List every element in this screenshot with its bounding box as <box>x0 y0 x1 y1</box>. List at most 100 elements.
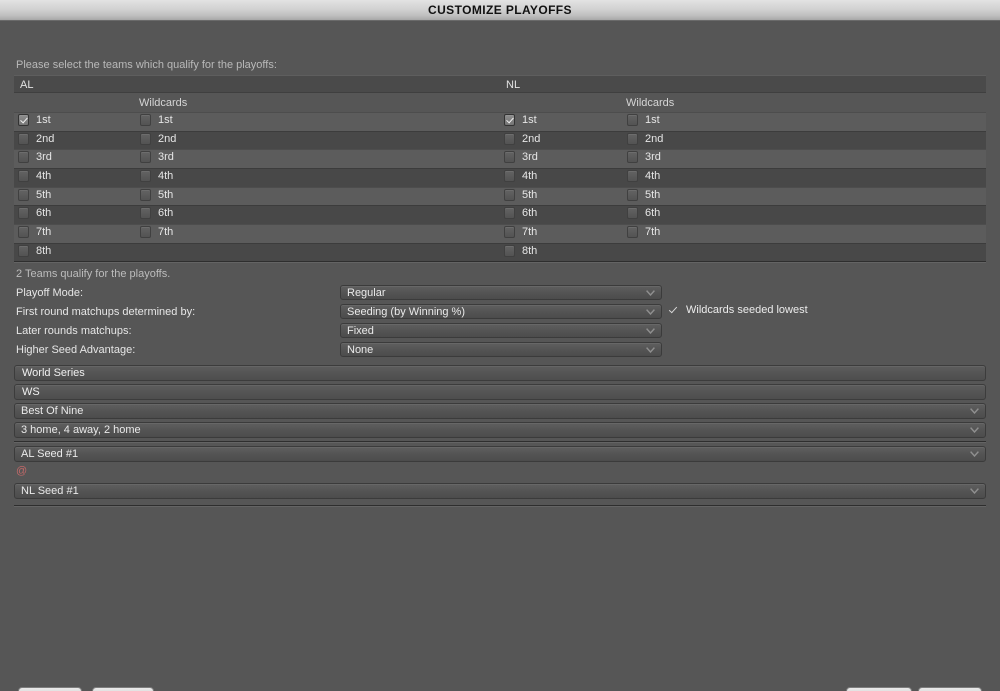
checkbox-icon[interactable] <box>627 188 638 201</box>
row-separator <box>14 205 986 207</box>
later-rounds-matchups-value: Fixed <box>347 325 374 337</box>
checkbox-icon[interactable] <box>504 226 515 239</box>
league-label-nl: NL <box>506 79 521 91</box>
checkbox-icon[interactable] <box>18 188 29 201</box>
team-slot-al-wildcard-1st[interactable]: 1st <box>140 114 173 126</box>
series-length-value: Best Of Nine <box>21 405 84 417</box>
checkbox-icon[interactable] <box>627 132 638 145</box>
checkbox-icon[interactable] <box>18 226 29 239</box>
team-slot-al-wildcard-2nd[interactable]: 2nd <box>140 132 176 145</box>
team-slot-label: 7th <box>645 226 661 239</box>
team-slot-al-division-7th[interactable]: 7th <box>18 226 51 239</box>
checkbox-icon[interactable] <box>140 151 151 164</box>
bottom-seed-dropdown[interactable]: NL Seed #1 <box>14 483 986 499</box>
team-slot-nl-wildcard-3rd[interactable]: 3rd <box>627 151 661 164</box>
row-separator <box>14 186 986 188</box>
team-slot-al-wildcard-5th[interactable]: 5th <box>140 188 174 201</box>
checkbox-icon[interactable] <box>140 188 151 201</box>
team-slot-nl-wildcard-2nd[interactable]: 2nd <box>627 132 663 145</box>
team-slot-nl-division-3rd[interactable]: 3rd <box>504 151 538 164</box>
team-slot-nl-wildcard-1st[interactable]: 1st <box>627 114 660 126</box>
checkbox-icon[interactable] <box>18 170 29 183</box>
team-slot-nl-division-6th[interactable]: 6th <box>504 207 537 220</box>
team-slot-label: 5th <box>158 188 174 201</box>
team-slot-al-wildcard-3rd[interactable]: 3rd <box>140 151 174 164</box>
checkbox-icon[interactable] <box>627 114 638 126</box>
instruction-text: Please select the teams which qualify fo… <box>16 59 277 71</box>
checkbox-icon[interactable] <box>504 132 515 145</box>
checkbox-icon[interactable] <box>504 170 515 183</box>
team-slot-nl-division-8th[interactable]: 8th <box>504 244 537 257</box>
checkbox-icon[interactable] <box>140 132 151 145</box>
checkbox-checked-icon[interactable] <box>504 114 515 126</box>
higher-seed-advantage-dropdown[interactable]: None <box>340 342 662 357</box>
table-row: 2nd 2nd 2nd 2nd <box>14 130 986 150</box>
team-slot-al-wildcard-7th[interactable]: 7th <box>140 226 173 239</box>
team-slot-al-division-2nd[interactable]: 2nd <box>18 132 55 145</box>
team-slot-nl-wildcard-5th[interactable]: 5th <box>627 188 660 201</box>
confirm-button[interactable]: ✓ Confirm <box>846 687 912 691</box>
checkbox-icon[interactable] <box>504 151 515 164</box>
cancel-button[interactable]: ✕ Cancel <box>918 687 982 691</box>
checkbox-icon[interactable] <box>18 244 29 257</box>
team-slot-al-division-6th[interactable]: 6th <box>18 207 51 220</box>
team-slot-al-division-1st[interactable]: 1st <box>18 114 51 126</box>
team-slot-label: 7th <box>522 226 538 239</box>
checkbox-icon[interactable] <box>140 170 151 183</box>
team-slot-nl-division-7th[interactable]: 7th <box>504 226 538 239</box>
checkbox-icon[interactable] <box>627 170 638 183</box>
team-slot-label: 3rd <box>522 151 538 164</box>
reset-button[interactable]: Reset <box>18 687 82 691</box>
table-row: 3rd 3rd 3rd 3rd <box>14 149 986 169</box>
team-slot-nl-division-2nd[interactable]: 2nd <box>504 132 541 145</box>
team-slot-nl-division-1st[interactable]: 1st <box>504 114 537 126</box>
team-slot-label: 1st <box>158 114 173 126</box>
team-slot-nl-division-5th[interactable]: 5th <box>504 188 537 201</box>
wildcards-seeded-lowest-checkbox[interactable]: Wildcards seeded lowest <box>669 304 808 316</box>
checkbox-icon[interactable] <box>504 207 515 220</box>
chevron-down-icon <box>646 328 655 334</box>
team-slot-label: 4th <box>645 170 661 183</box>
team-slot-nl-wildcard-6th[interactable]: 6th <box>627 207 660 220</box>
team-slot-nl-wildcard-7th[interactable]: 7th <box>627 226 661 239</box>
checkbox-icon[interactable] <box>18 207 29 220</box>
check-icon <box>669 305 679 316</box>
series-abbrev-input[interactable]: WS <box>14 384 986 400</box>
team-slot-label: 3rd <box>645 151 661 164</box>
top-seed-dropdown[interactable]: AL Seed #1 <box>14 446 986 462</box>
checkbox-icon[interactable] <box>140 207 151 220</box>
team-slot-label: 2nd <box>522 132 541 145</box>
team-slot-al-division-5th[interactable]: 5th <box>18 188 51 201</box>
checkbox-checked-icon[interactable] <box>18 114 29 126</box>
checkbox-icon[interactable] <box>140 226 151 239</box>
team-slot-al-division-3rd[interactable]: 3rd <box>18 151 52 164</box>
divider-bottom <box>14 505 986 507</box>
later-rounds-matchups-dropdown[interactable]: Fixed <box>340 323 662 338</box>
first-round-matchups-value: Seeding (by Winning %) <box>347 306 466 318</box>
team-slot-nl-division-4th[interactable]: 4th <box>504 170 537 183</box>
playoff-mode-dropdown[interactable]: Regular <box>340 285 662 300</box>
team-slot-label: 2nd <box>36 132 55 145</box>
team-slot-nl-wildcard-4th[interactable]: 4th <box>627 170 661 183</box>
checkbox-icon[interactable] <box>18 151 29 164</box>
row-separator <box>14 130 986 132</box>
checkbox-icon[interactable] <box>627 151 638 164</box>
series-name-input[interactable]: World Series <box>14 365 986 381</box>
checkbox-icon[interactable] <box>504 244 515 257</box>
first-round-matchups-dropdown[interactable]: Seeding (by Winning %) <box>340 304 662 319</box>
clear-button[interactable]: Clear <box>92 687 154 691</box>
league-label-al: AL <box>20 79 34 91</box>
team-slot-al-division-4th[interactable]: 4th <box>18 170 51 183</box>
series-home-away-dropdown[interactable]: 3 home, 4 away, 2 home <box>14 422 986 438</box>
checkbox-icon[interactable] <box>504 188 515 201</box>
team-slot-al-wildcard-6th[interactable]: 6th <box>140 207 173 220</box>
team-slot-al-wildcard-4th[interactable]: 4th <box>140 170 173 183</box>
chevron-down-icon <box>970 488 979 494</box>
checkbox-icon[interactable] <box>140 114 151 126</box>
team-slot-al-division-8th[interactable]: 8th <box>18 244 51 257</box>
series-length-dropdown[interactable]: Best Of Nine <box>14 403 986 419</box>
checkbox-icon[interactable] <box>627 207 638 220</box>
checkbox-icon[interactable] <box>627 226 638 239</box>
checkbox-icon[interactable] <box>18 132 29 145</box>
chevron-down-icon <box>970 451 979 457</box>
